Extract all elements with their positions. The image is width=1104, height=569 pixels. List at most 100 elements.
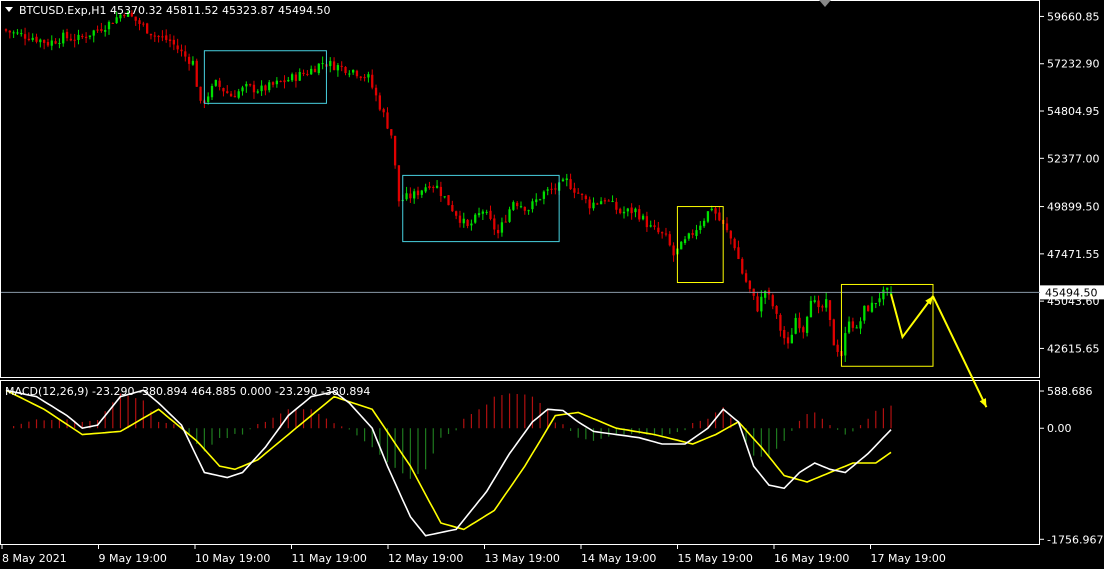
bull-candle	[348, 73, 351, 75]
macd-tick-label: 588.686	[1047, 385, 1093, 398]
bear-candle	[84, 36, 88, 38]
time-tick-label: 17 May 19:00	[871, 552, 946, 565]
bear-candle	[149, 33, 153, 36]
bear-candle	[455, 211, 458, 216]
symbol-dropdown-icon[interactable]	[5, 7, 13, 12]
bull-candle	[115, 17, 118, 24]
bull-candle	[710, 208, 713, 211]
bear-candle	[458, 215, 462, 223]
bull-candle	[424, 187, 427, 192]
bull-candle	[290, 74, 294, 81]
range-box-cyan	[402, 174, 560, 243]
macd-tick-label: -1756.967	[1047, 533, 1103, 546]
bear-candle	[271, 82, 275, 85]
bear-candle	[65, 31, 69, 39]
bear-candle	[733, 238, 736, 249]
bear-candle	[638, 209, 641, 220]
bear-candle	[111, 22, 114, 24]
bull-candle	[405, 193, 408, 200]
bear-candle	[393, 135, 397, 166]
bear-candle	[832, 319, 835, 346]
price-tick-label: 47471.55	[1047, 248, 1100, 261]
bear-candle	[828, 300, 832, 321]
bear-candle	[596, 203, 599, 205]
bull-candle	[687, 233, 690, 239]
bull-candle	[702, 220, 706, 227]
bear-candle	[672, 245, 675, 256]
bull-candle	[500, 222, 504, 233]
bull-candle	[599, 201, 603, 205]
bear-candle	[180, 49, 183, 52]
price-tick-label: 49899.50	[1047, 201, 1100, 214]
bull-candle	[321, 63, 324, 65]
bear-candle	[836, 344, 839, 352]
macd-pane-frame	[0, 380, 1040, 545]
bull-candle	[813, 300, 816, 302]
bear-candle	[397, 165, 401, 202]
bull-candle	[508, 209, 511, 222]
bear-candle	[229, 93, 233, 97]
bear-candle	[187, 56, 191, 64]
bull-candle	[531, 201, 534, 210]
bull-candle	[420, 190, 423, 195]
bear-candle	[645, 216, 649, 228]
bear-candle	[35, 36, 38, 42]
bear-candle	[184, 51, 187, 57]
bear-candle	[27, 38, 31, 41]
bear-candle	[199, 86, 202, 101]
bear-candle	[577, 192, 580, 194]
bear-candle	[493, 218, 496, 230]
bear-candle	[306, 73, 309, 75]
time-tick-label: 16 May 19:00	[774, 552, 849, 565]
bear-candle	[584, 195, 587, 200]
bear-candle	[668, 234, 671, 246]
bull-candle	[210, 85, 214, 98]
bull-candle	[859, 321, 862, 329]
bear-candle	[222, 88, 225, 92]
bull-candle	[435, 185, 439, 188]
bear-candle	[416, 190, 420, 196]
bear-candle	[447, 195, 450, 206]
bull-candle	[542, 191, 546, 199]
bull-candle	[237, 91, 240, 98]
bull-candle	[882, 289, 885, 300]
bull-candle	[760, 296, 763, 312]
bear-candle	[817, 300, 820, 308]
bear-candle	[378, 95, 381, 110]
chart-shift-marker-icon[interactable]	[819, 0, 831, 7]
bear-candle	[134, 16, 137, 21]
bear-candle	[691, 233, 694, 235]
bull-candle	[680, 241, 683, 250]
bear-candle	[615, 201, 618, 210]
bear-candle	[775, 306, 778, 314]
macd-signal-line	[5, 389, 892, 531]
bull-candle	[107, 21, 111, 30]
bear-candle	[451, 204, 454, 212]
bull-candle	[275, 80, 278, 85]
time-tick-label: 10 May 19:00	[195, 552, 270, 565]
bull-candle	[92, 30, 95, 36]
bear-candle	[439, 186, 443, 197]
bear-candle	[73, 39, 76, 41]
bear-candle	[771, 295, 774, 307]
current-price-label: 45494.50	[1045, 286, 1098, 299]
bear-candle	[302, 72, 305, 74]
bear-candle	[432, 186, 435, 188]
bull-candle	[443, 196, 446, 198]
bear-candle	[603, 200, 607, 202]
bull-candle	[512, 202, 515, 210]
bull-candle	[592, 202, 595, 209]
bull-candle	[191, 60, 195, 65]
bear-candle	[718, 212, 721, 221]
bear-candle	[821, 306, 824, 308]
bull-candle	[77, 34, 80, 40]
bear-candle	[851, 321, 855, 328]
bear-candle	[252, 84, 256, 93]
bear-candle	[138, 20, 141, 24]
bull-candle	[641, 215, 645, 220]
price-tick-label: 59660.85	[1047, 10, 1100, 23]
chart-canvas: 59660.85 57232.90 54804.95 52377.00 49899.50…	[0, 0, 1104, 565]
price-axis: 59660.85 57232.90 54804.95 52377.00 49899.50…	[1040, 10, 1100, 355]
bull-candle	[874, 303, 877, 305]
bear-candle	[798, 317, 801, 329]
